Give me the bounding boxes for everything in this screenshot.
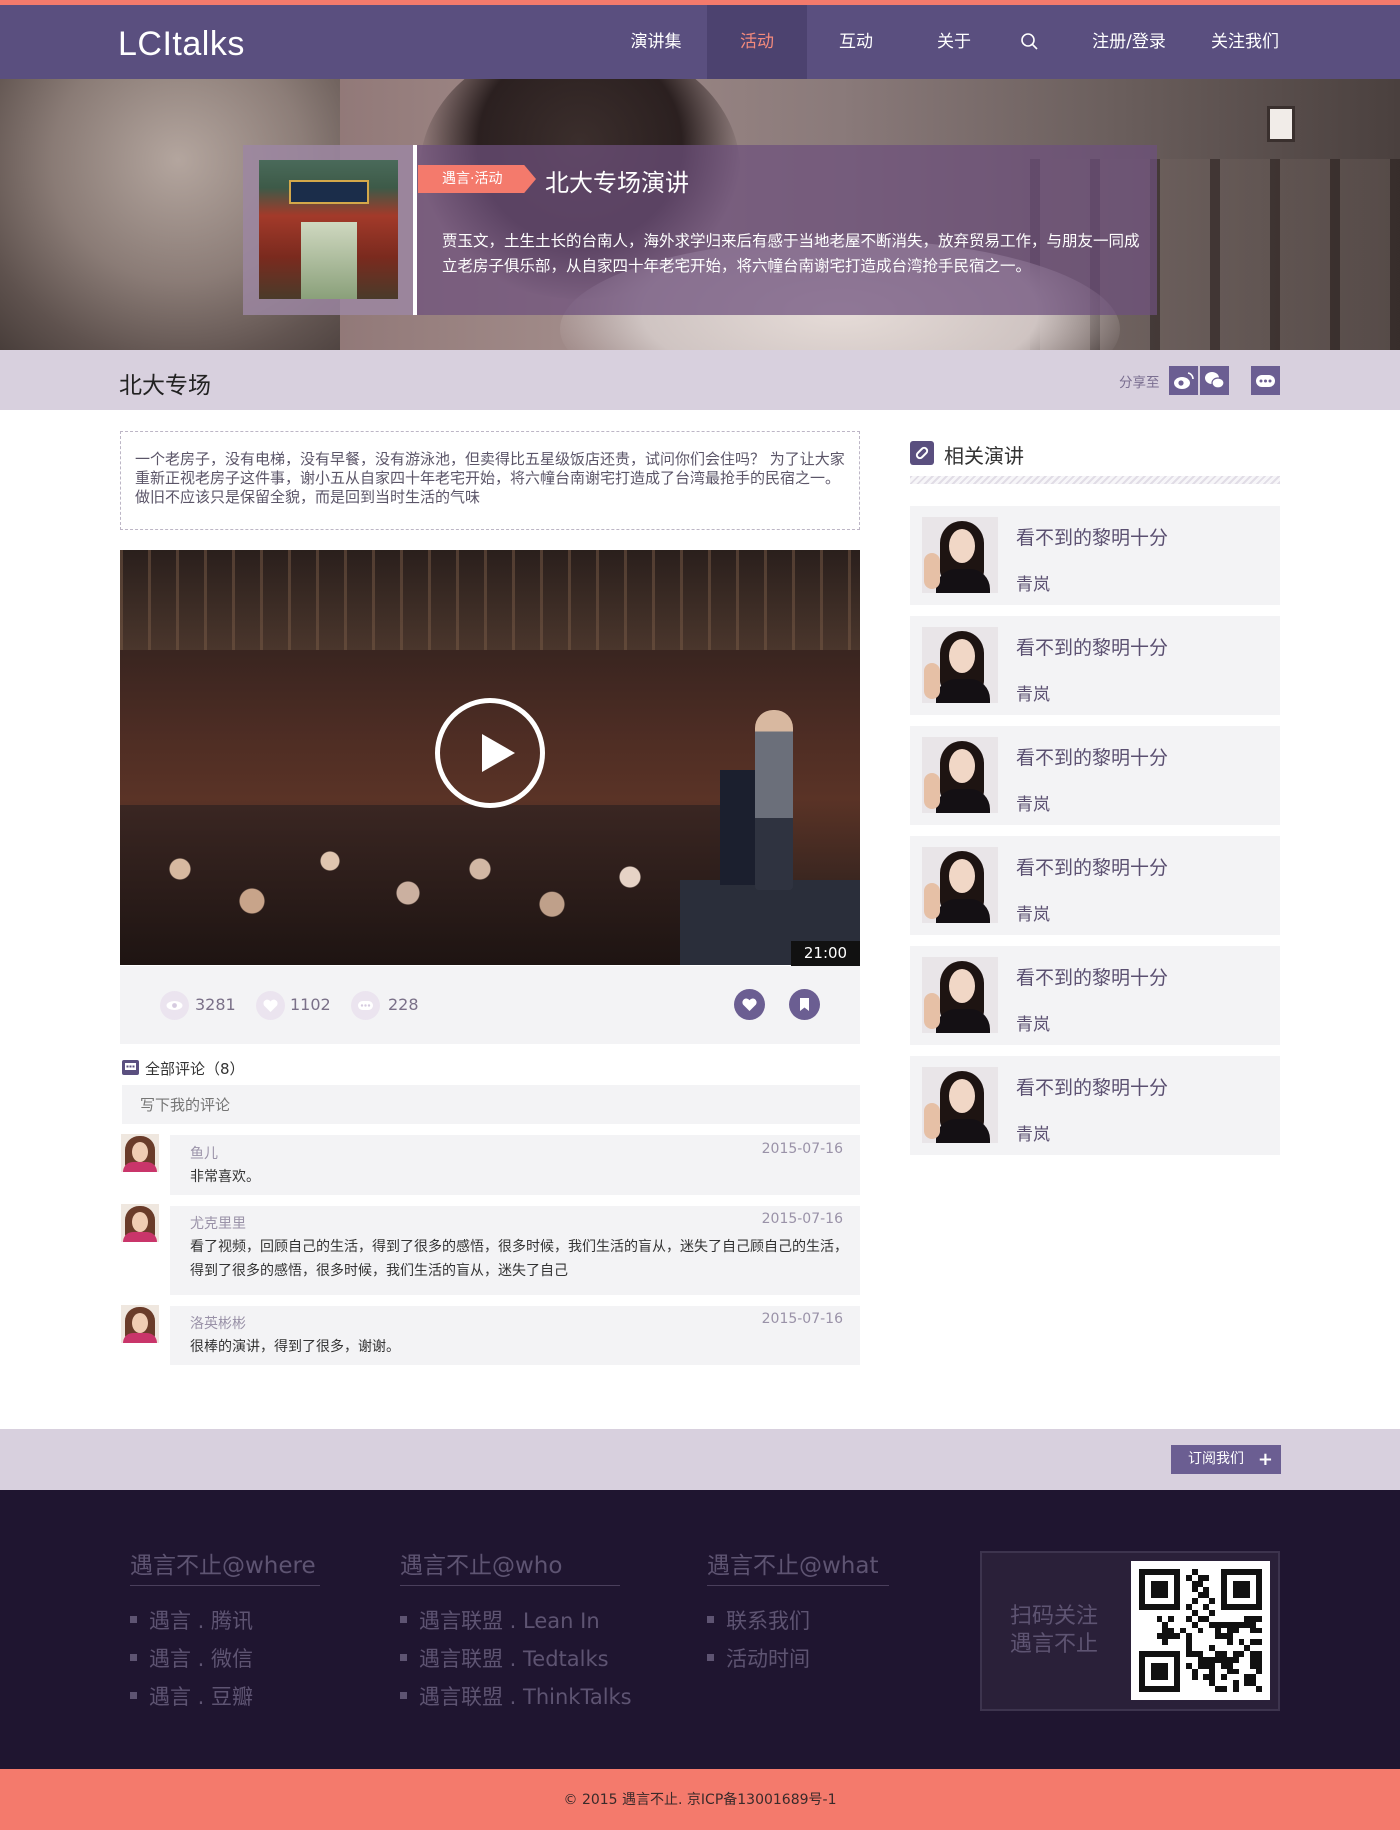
footer-divider [707,1585,889,1586]
heart-outline-icon [256,991,285,1020]
wechat-icon[interactable] [1200,366,1229,395]
hero-tag[interactable]: 遇言·活动 [418,165,536,193]
comment-date: 2015-07-16 [761,1311,843,1327]
footer-link[interactable]: 遇言 . 豆瓣 [130,1681,253,1711]
hero-thumbnail [259,160,398,299]
footer-link[interactable]: 遇言联盟 . ThinkTalks [400,1681,632,1711]
comment-bubble-icon [351,991,380,1020]
footer-divider [400,1585,620,1586]
logo[interactable]: LCItalks [118,25,245,64]
related-title[interactable]: 看不到的黎明十分 [1016,633,1168,660]
related-author: 青岚 [1016,1015,1050,1035]
avatar[interactable] [121,1204,159,1242]
more-icon[interactable] [1251,366,1280,395]
related-thumbnail [922,957,998,1033]
related-thumbnail [922,737,998,813]
top-nav: LCItalks 演讲集 活动 互动 关于 注册/登录 关注我们 [0,5,1400,79]
nav-item-interact[interactable]: 互动 [812,5,900,79]
related-author: 青岚 [1016,685,1050,705]
related-author: 青岚 [1016,1125,1050,1145]
page-title: 北大专场 [119,373,211,399]
comment-date: 2015-07-16 [761,1211,843,1227]
related-author: 青岚 [1016,575,1050,595]
video-duration: 21:00 [791,941,860,966]
weibo-icon[interactable] [1169,366,1198,395]
nav-follow[interactable]: 关注我们 [1200,5,1290,79]
play-icon[interactable] [435,698,545,808]
footer-column-title: 遇言不止@who [400,1553,563,1579]
comment-input[interactable] [122,1085,860,1124]
related-author: 青岚 [1016,795,1050,815]
likes-count: 1102 [290,995,331,1014]
nav-item-about[interactable]: 关于 [910,5,998,79]
related-divider [910,476,1280,484]
related-title[interactable]: 看不到的黎明十分 [1016,523,1168,550]
qr-code [1131,1561,1270,1700]
comment-text: 看了视频，回顾自己的生活，得到了很多的感悟，很多时候，我们生活的盲从，迷失了自己… [190,1239,848,1279]
comment-author[interactable]: 洛英彬彬 [190,1313,246,1333]
heart-icon[interactable] [734,989,765,1020]
hero-divider [413,145,417,315]
search-icon[interactable] [1020,32,1040,52]
subscribe-button[interactable]: 订阅我们 + [1171,1445,1281,1474]
footer-link[interactable]: 遇言 . 腾讯 [130,1605,253,1635]
avatar[interactable] [121,1305,159,1343]
hero-title: 北大专场演讲 [545,169,689,197]
copyright: © 2015 遇言不止. 京ICP备13001689号-1 [563,1792,837,1808]
related-thumbnail [922,627,998,703]
related-title[interactable]: 看不到的黎明十分 [1016,963,1168,990]
subscribe-label: 订阅我们 [1188,1451,1244,1467]
comment-author[interactable]: 尤克里里 [190,1213,246,1233]
footer-link[interactable]: 遇言联盟 . Lean In [400,1605,600,1635]
eye-icon [160,991,189,1020]
comment-text: 非常喜欢。 [190,1169,260,1185]
footer-link[interactable]: 遇言 . 微信 [130,1643,253,1673]
hero-description: 贾玉文，土生土长的台南人，海外求学归来后有感于当地老屋不断消失，放弃贸易工作，与… [442,232,1140,275]
comments-count: 228 [388,995,419,1014]
footer-link[interactable]: 遇言联盟 . Tedtalks [400,1643,609,1673]
comments-icon [122,1060,139,1075]
nav-item-events[interactable]: 活动 [707,5,807,79]
footer-divider [130,1585,320,1586]
plus-icon: + [1257,1449,1273,1470]
bookmark-icon[interactable] [789,989,820,1020]
qr-caption: 扫码关注 遇言不止 [1010,1604,1099,1657]
comment-author[interactable]: 鱼儿 [190,1143,218,1163]
related-thumbnail [922,847,998,923]
related-thumbnail [922,1067,998,1143]
avatar[interactable] [121,1134,159,1172]
footer-column-title: 遇言不止@what [707,1553,879,1579]
link-icon [910,441,934,465]
related-author: 青岚 [1016,905,1050,925]
comment-date: 2015-07-16 [761,1141,843,1157]
related-title[interactable]: 看不到的黎明十分 [1016,853,1168,880]
comments-header: 全部评论（8） [145,1060,245,1078]
nav-login[interactable]: 注册/登录 [1080,5,1178,79]
related-header: 相关演讲 [944,444,1024,468]
related-thumbnail [922,517,998,593]
intro-text: 一个老房子，没有电梯，没有早餐，没有游泳池，但卖得比五星级饭店还贵，试问你们会住… [120,431,860,530]
related-title[interactable]: 看不到的黎明十分 [1016,1073,1168,1100]
nav-item-talks[interactable]: 演讲集 [612,5,700,79]
related-title[interactable]: 看不到的黎明十分 [1016,743,1168,770]
footer-link[interactable]: 活动时间 [707,1643,810,1673]
views-count: 3281 [195,995,236,1014]
comment-text: 很棒的演讲，得到了很多，谢谢。 [190,1339,400,1355]
share-label: 分享至 [1119,375,1160,391]
footer-link[interactable]: 联系我们 [707,1605,810,1635]
footer-column-title: 遇言不止@where [130,1553,316,1579]
